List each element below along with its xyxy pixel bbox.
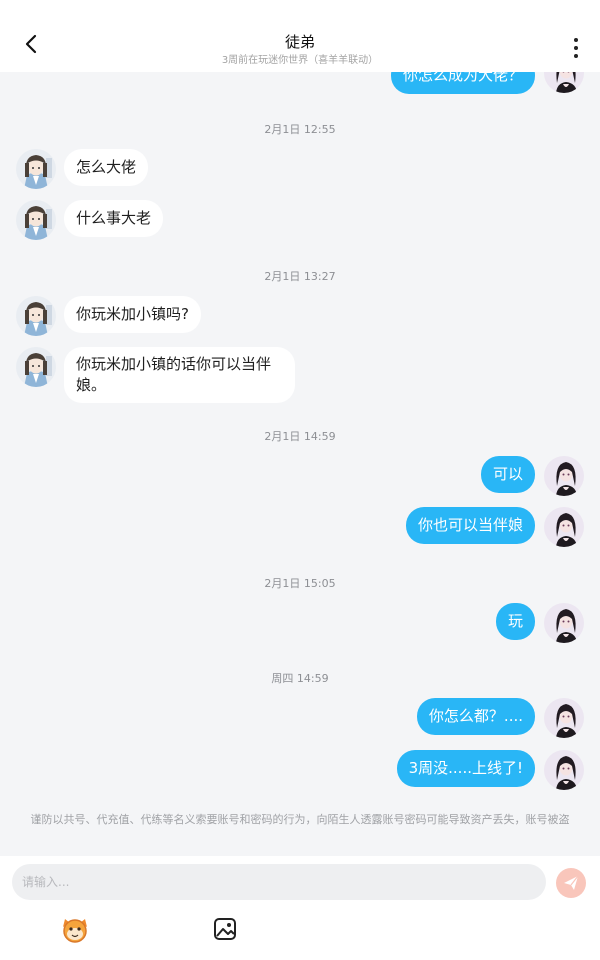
contact-avatar[interactable] — [16, 347, 56, 387]
composer-bar — [0, 856, 600, 960]
timestamp: 2月1日 14:59 — [264, 430, 336, 443]
message-bubble-contact[interactable]: 什么事大老 — [64, 200, 164, 237]
message-bubble-self[interactable]: 你怎么都？.... — [416, 698, 535, 735]
message-bubble-self[interactable]: 3周没.....上线了! — [396, 750, 535, 787]
timestamp: 2月1日 12:55 — [264, 123, 336, 136]
message-bubble-self[interactable]: 你也可以当伴娘 — [405, 507, 535, 544]
self-avatar[interactable] — [544, 698, 584, 738]
self-avatar[interactable] — [544, 603, 584, 643]
contact-avatar[interactable] — [16, 296, 56, 336]
self-avatar[interactable] — [544, 72, 584, 93]
send-button[interactable] — [556, 868, 586, 898]
self-avatar[interactable] — [544, 750, 584, 790]
message-input[interactable] — [12, 864, 546, 900]
message-bubble-self[interactable]: 你怎么成为大佬？ — [390, 72, 535, 94]
message-bubble-contact[interactable]: 怎么大佬 — [64, 149, 149, 186]
contact-status: 3周前在玩迷你世界（喜羊羊联动） — [221, 55, 379, 66]
timestamp: 2月1日 13:27 — [264, 270, 336, 283]
contact-avatar[interactable] — [16, 200, 56, 240]
more-vertical-icon[interactable] — [564, 36, 588, 60]
self-avatar[interactable] — [544, 456, 584, 496]
timestamp: 周四 14:59 — [271, 672, 329, 685]
message-bubble-self[interactable]: 玩 — [495, 603, 535, 640]
chat-header: 徒弟 3周前在玩迷你世界（喜羊羊联动） — [0, 0, 600, 72]
message-list[interactable]: 你怎么成为大佬？ 2月1日 12:55 怎么大佬 什么事大老 2月1日 13:2… — [0, 72, 600, 856]
message-bubble-self[interactable]: 可以 — [480, 456, 535, 493]
send-icon — [564, 875, 579, 890]
security-notice: 谨防以共号、代充值、代练等名义索要账号和密码的行为，向陌生人透露账号密码可能导致… — [30, 813, 570, 826]
message-bubble-contact[interactable]: 你玩米加小镇的话你可以当伴娘。 — [64, 347, 295, 403]
page-title: 徒弟 — [284, 33, 315, 51]
self-avatar[interactable] — [544, 507, 584, 547]
image-icon[interactable] — [212, 916, 238, 942]
contact-avatar[interactable] — [16, 149, 56, 189]
emoji-icon[interactable] — [60, 915, 90, 945]
timestamp: 2月1日 15:05 — [264, 577, 336, 590]
message-bubble-contact[interactable]: 你玩米加小镇吗? — [64, 296, 201, 333]
